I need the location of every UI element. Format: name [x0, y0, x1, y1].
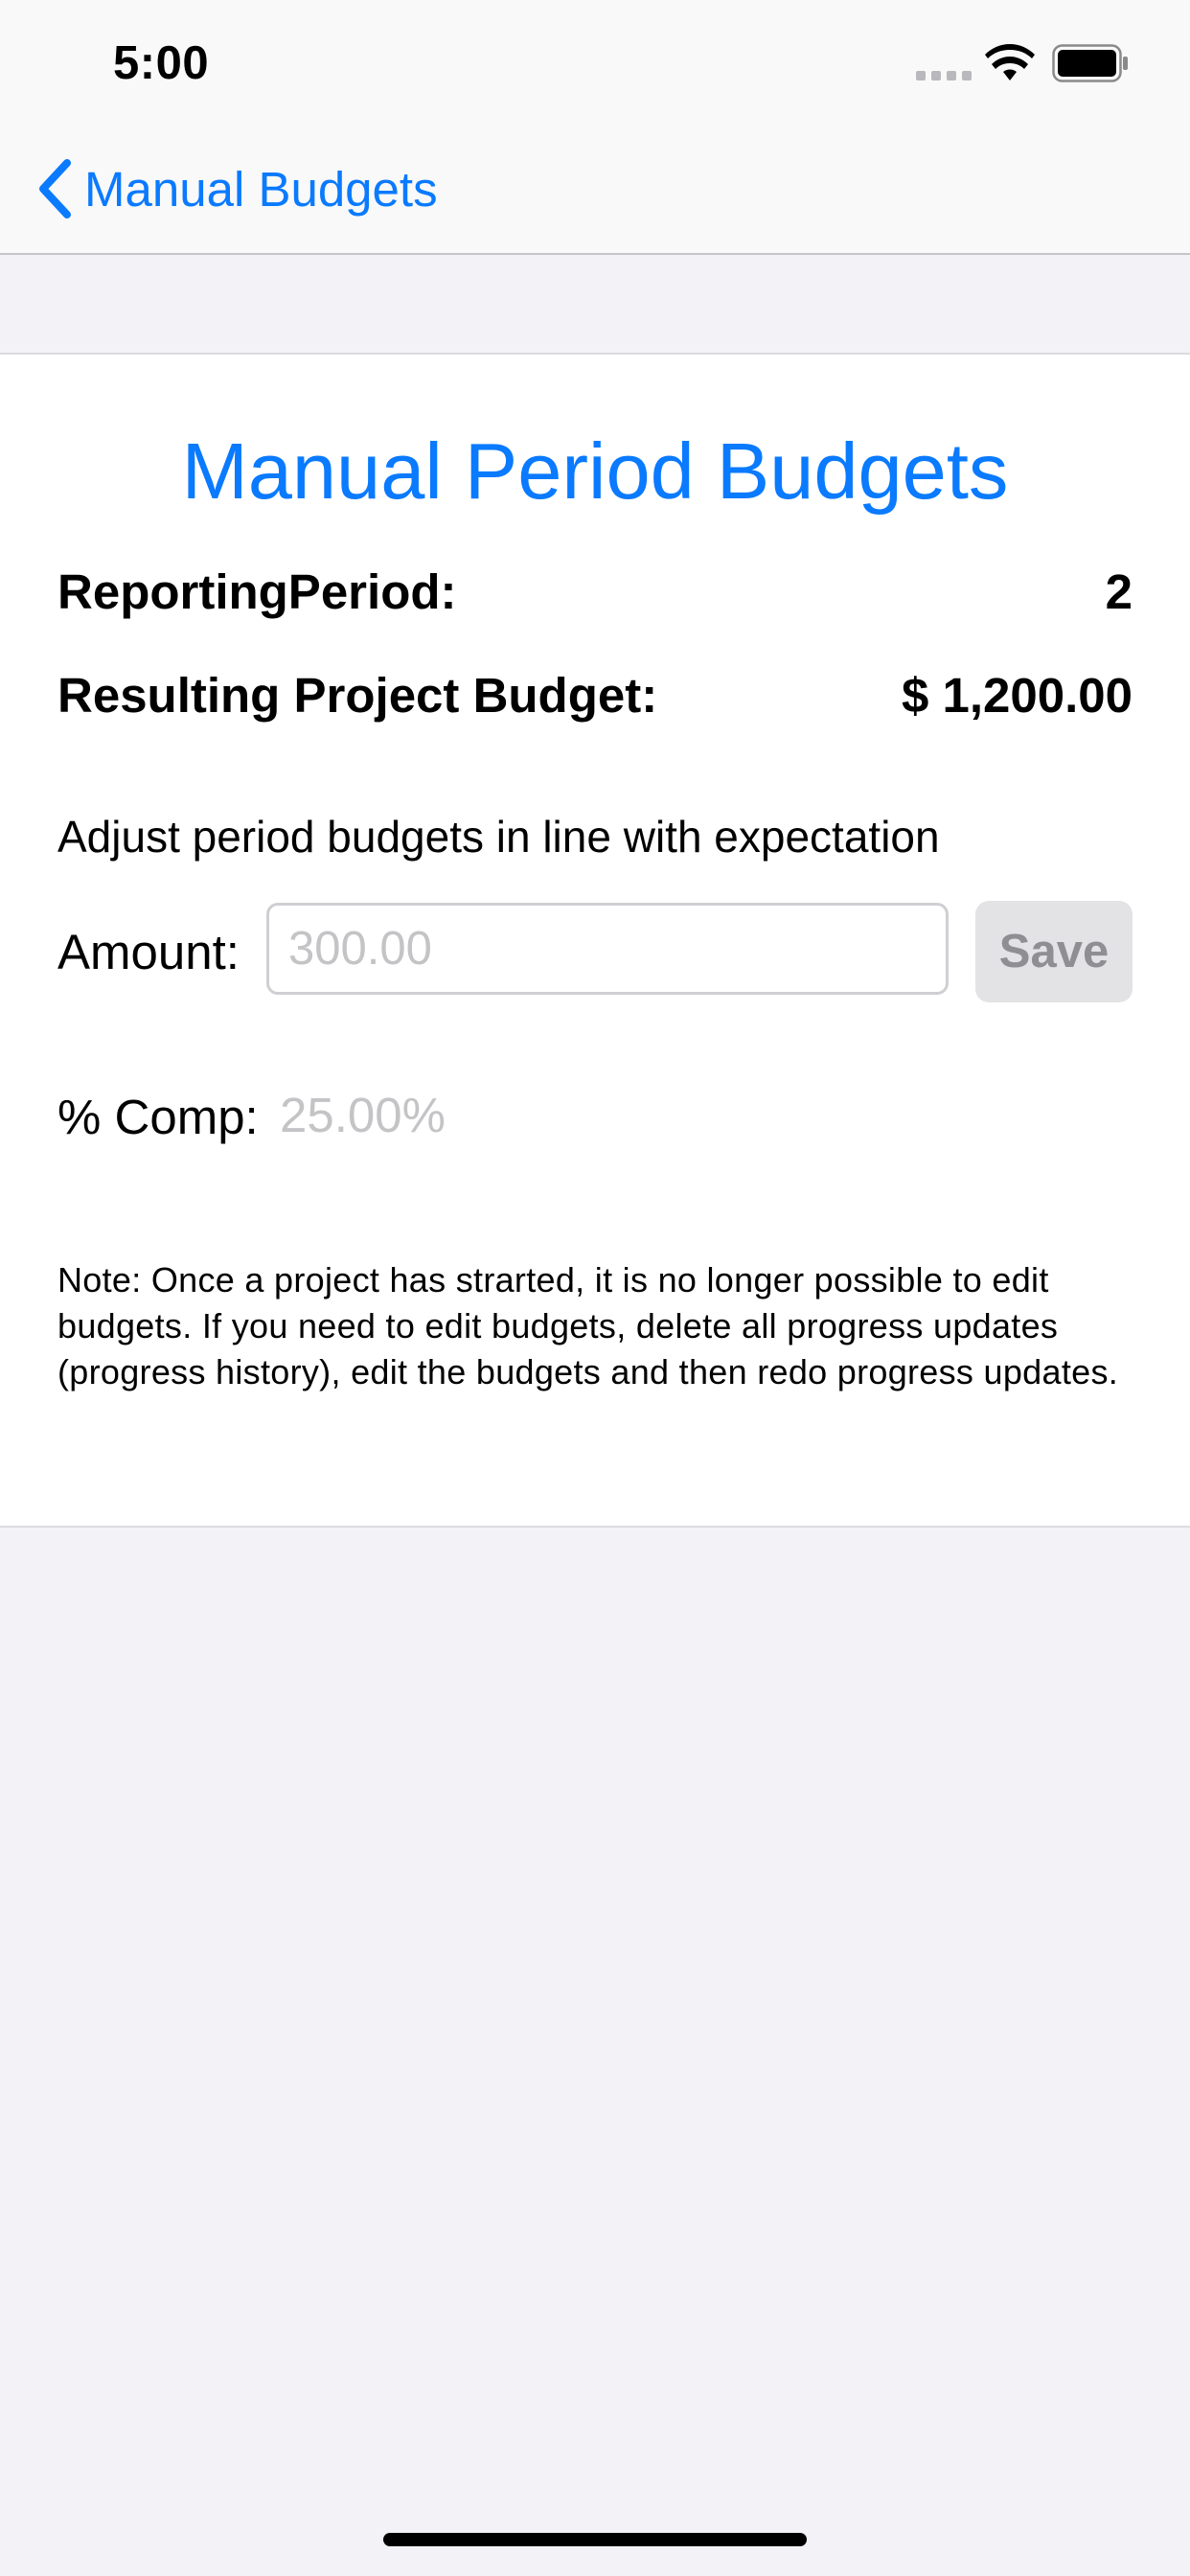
status-time: 5:00	[113, 37, 210, 89]
amount-input[interactable]	[266, 903, 949, 995]
amount-label: Amount:	[57, 925, 240, 979]
back-button-label: Manual Budgets	[84, 161, 438, 217]
project-budget-label: Resulting Project Budget:	[57, 668, 658, 723]
reporting-period-label: ReportingPeriod:	[57, 564, 457, 619]
percent-complete-value: 25.00%	[280, 1088, 446, 1142]
percent-complete-label: % Comp:	[57, 1090, 259, 1144]
page-title: Manual Period Budgets	[181, 426, 1009, 516]
back-button[interactable]: Manual Budgets	[34, 155, 438, 222]
instruction-text: Adjust period budgets in line with expec…	[57, 812, 940, 862]
chevron-left-icon	[39, 159, 71, 218]
budget-card: Manual Period Budgets ReportingPeriod: 2…	[0, 353, 1190, 1528]
wifi-icon	[985, 44, 1035, 80]
note-text: Note: Once a project has strarted, it is…	[57, 1260, 1119, 1392]
battery-icon	[1052, 44, 1128, 82]
save-button[interactable]: Save	[975, 901, 1133, 1002]
navigation-bar: Manual Budgets	[0, 126, 1190, 255]
cellular-signal-icon	[916, 71, 972, 80]
project-budget-value: $ 1,200.00	[901, 668, 1133, 723]
home-indicator	[383, 2533, 807, 2546]
reporting-period-value: 2	[1105, 564, 1133, 619]
status-bar: 5:00	[0, 0, 1190, 126]
